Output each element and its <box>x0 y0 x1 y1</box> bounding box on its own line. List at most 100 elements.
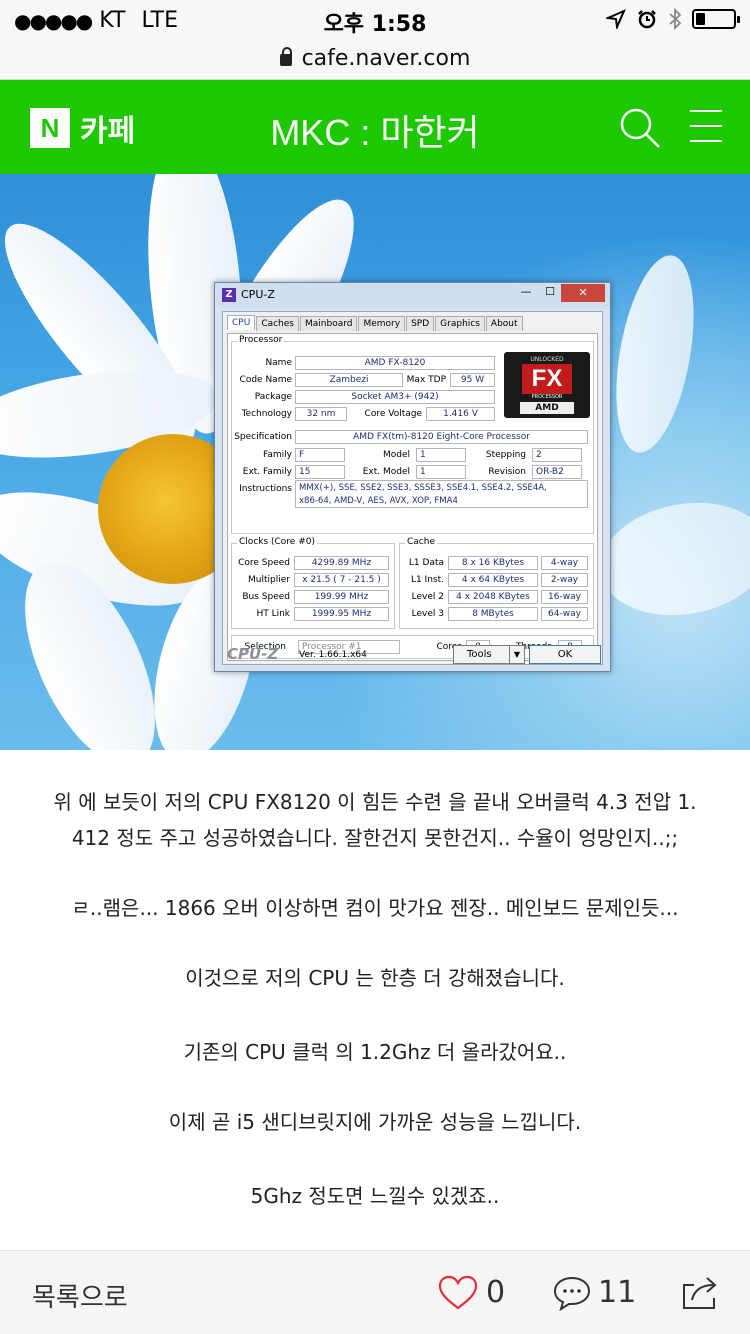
tab-spd[interactable]: SPD <box>406 316 435 331</box>
family-value: F <box>295 448 345 462</box>
alarm-icon <box>638 10 656 29</box>
tab-graphics[interactable]: Graphics <box>435 316 485 331</box>
model-value: 1 <box>416 448 466 462</box>
instructions-label: Instructions <box>239 484 292 494</box>
l1inst-value: 4 x 64 KBytes <box>448 573 538 587</box>
post-line: 위 에 보듯이 저의 CPU FX8120 이 힘든 수련 을 끝내 오버클럭 … <box>53 790 697 814</box>
cpuz-version: Ver. 1.66.1.x64 <box>299 650 367 660</box>
tab-about[interactable]: About <box>485 316 523 331</box>
family-label: Family <box>263 450 292 460</box>
htlink-value: 1999.95 MHz <box>294 607 389 621</box>
corespeed-value: 4299.89 MHz <box>294 556 389 570</box>
logo-amd-text: AMD <box>520 402 574 414</box>
status-bar: ●●●●● KT LTE 오후 1:58 <box>0 0 750 40</box>
cpuz-titlebar: Z CPU-Z — ☐ ✕ <box>215 283 610 307</box>
cpuz-title: CPU-Z <box>241 288 275 301</box>
cache-group-label: Cache <box>405 537 437 547</box>
back-to-list-button[interactable]: 목록으로 <box>32 1277 128 1314</box>
extmodel-label: Ext. Model <box>362 467 410 477</box>
post-line: 412 정도 주고 성공하였습니다. 잘한건지 못한건지.. 수율이 엉망인지.… <box>71 826 679 850</box>
l1data-way: 4-way <box>541 556 588 570</box>
status-right <box>606 8 740 30</box>
share-icon[interactable] <box>680 1273 720 1311</box>
busspeed-label: Bus Speed <box>242 592 290 602</box>
model-label: Model <box>382 450 410 460</box>
name-label: Name <box>265 358 292 368</box>
level3-way: 64-way <box>541 607 588 621</box>
level3-label: Level 3 <box>411 609 444 619</box>
daisy-petal <box>603 249 707 459</box>
maxtdp-value: 95 W <box>450 373 495 387</box>
level2-label: Level 2 <box>411 592 444 602</box>
url-bar[interactable]: cafe.naver.com <box>0 40 750 80</box>
heart-icon[interactable] <box>438 1275 478 1311</box>
revision-label: Revision <box>488 467 526 477</box>
extmodel-value: 1 <box>416 465 466 479</box>
corevoltage-label: Core Voltage <box>364 409 422 419</box>
bottom-action-bar: 목록으로 0 11 <box>0 1250 750 1334</box>
comment-count: 11 <box>598 1275 637 1310</box>
instructions-value: MMX(+), SSE, SSE2, SSE3, SSSE3, SSE4.1, … <box>295 480 588 508</box>
l1inst-label: L1 Inst. <box>410 575 444 585</box>
level2-value: 4 x 2048 KBytes <box>448 590 538 604</box>
logo-processor-text: PROCESSOR <box>531 394 563 400</box>
maximize-button[interactable]: ☐ <box>539 285 561 303</box>
spec-value: AMD FX(tm)-8120 Eight-Core Processor <box>295 430 588 444</box>
multiplier-value: x 21.5 ( 7 - 21.5 ) <box>294 573 389 587</box>
post-paragraph: 이제 곧 i5 샌디브릿지에 가까운 성능을 느낍니다. <box>168 1110 582 1134</box>
tab-memory[interactable]: Memory <box>358 316 406 331</box>
stepping-value: 2 <box>532 448 582 462</box>
codename-label: Code Name <box>239 375 292 385</box>
htlink-label: HT Link <box>256 609 290 619</box>
post-paragraph: 5Ghz 정도면 느낄수 있겠죠.. <box>250 1184 500 1208</box>
package-label: Package <box>254 392 292 402</box>
post-image: Z CPU-Z — ☐ ✕ CPU Caches Mainboard Memor… <box>0 174 750 750</box>
revision-value: OR-B2 <box>532 465 582 479</box>
busspeed-value: 199.99 MHz <box>294 590 389 604</box>
bluetooth-icon <box>669 8 682 30</box>
ok-button[interactable]: OK <box>529 645 601 664</box>
cpuz-body: CPU Caches Mainboard Memory SPD Graphics… <box>222 311 603 665</box>
cpuz-tabs: CPU Caches Mainboard Memory SPD Graphics… <box>227 315 524 331</box>
l1data-label: L1 Data <box>408 558 444 568</box>
post-paragraph: 기존의 CPU 클럭 의 1.2Ghz 더 올라갔어요.. <box>183 1040 567 1064</box>
l1inst-way: 2-way <box>541 573 588 587</box>
battery-icon <box>692 9 740 29</box>
lock-icon <box>279 47 292 66</box>
tools-dropdown-icon[interactable]: ▼ <box>509 646 524 663</box>
instructions-line: MMX(+), SSE, SSE2, SSE3, SSSE3, SSE4.1, … <box>299 483 547 493</box>
package-value: Socket AM3+ (942) <box>295 390 495 404</box>
technology-label: Technology <box>241 409 292 419</box>
codename-value: Zambezi <box>295 373 403 387</box>
spec-label: Specification <box>234 432 292 442</box>
multiplier-label: Multiplier <box>248 575 290 585</box>
technology-value: 32 nm <box>295 407 347 421</box>
location-arrow-icon <box>606 9 626 29</box>
cpuz-brand: CPU-Z <box>227 645 279 663</box>
menu-icon[interactable] <box>690 110 722 144</box>
url-domain: cafe.naver.com <box>301 46 471 71</box>
corespeed-label: Core Speed <box>238 558 290 568</box>
tab-cpu[interactable]: CPU <box>227 315 256 330</box>
corevoltage-value: 1.416 V <box>426 407 495 421</box>
cpuz-app-icon: Z <box>222 288 236 302</box>
clocks-group-label: Clocks (Core #0) <box>237 537 317 547</box>
close-button[interactable]: ✕ <box>561 284 605 302</box>
level2-way: 16-way <box>541 590 588 604</box>
cpu-panel: Processor Name AMD FX-8120 Code Name Zam… <box>227 333 598 661</box>
l1data-value: 8 x 16 KBytes <box>448 556 538 570</box>
processor-group-label: Processor <box>237 335 285 345</box>
search-icon[interactable] <box>618 106 662 150</box>
daisy-petal <box>591 490 750 628</box>
tab-mainboard[interactable]: Mainboard <box>300 316 358 331</box>
comment-icon[interactable] <box>553 1275 591 1311</box>
post-body: 위 에 보듯이 저의 CPU FX8120 이 힘든 수련 을 끝내 오버클럭 … <box>0 750 750 1250</box>
name-value: AMD FX-8120 <box>295 356 495 370</box>
post-paragraph: 이것으로 저의 CPU 는 한층 더 강해졌습니다. <box>185 966 565 990</box>
maxtdp-label: Max TDP <box>406 375 446 385</box>
post-paragraph: 위 에 보듯이 저의 CPU FX8120 이 힘든 수련 을 끝내 오버클럭 … <box>20 784 730 856</box>
minimize-button[interactable]: — <box>515 285 537 303</box>
tab-caches[interactable]: Caches <box>256 316 299 331</box>
like-count: 0 <box>486 1275 506 1310</box>
logo-fx-text: FX <box>522 364 572 394</box>
